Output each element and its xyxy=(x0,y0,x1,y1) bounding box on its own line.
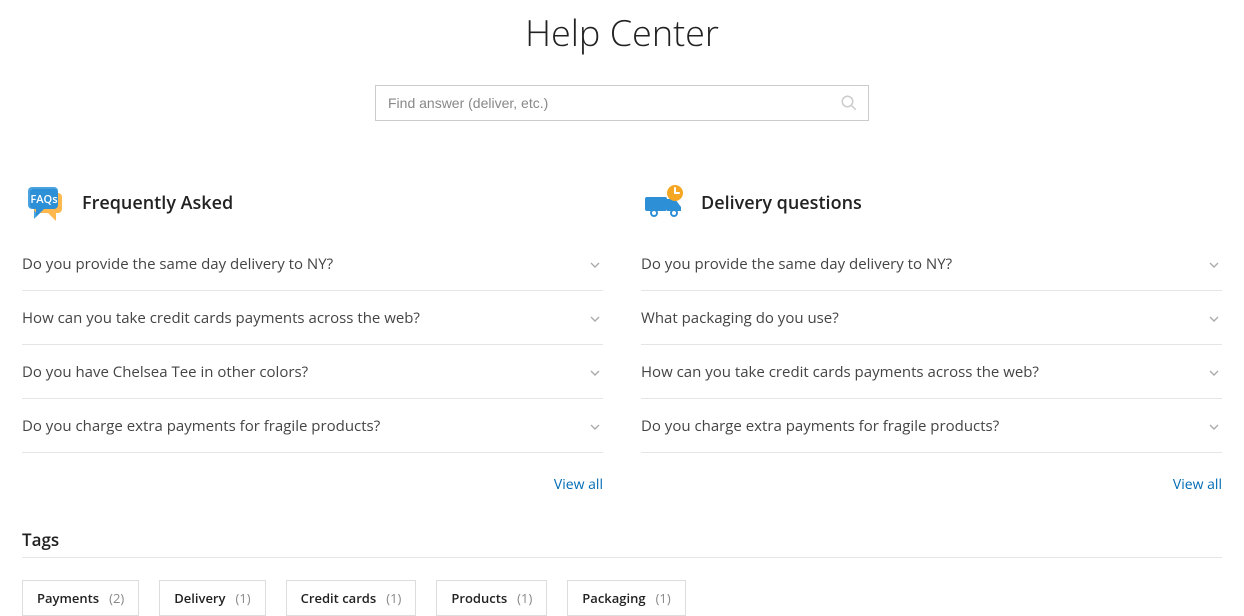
tag-count: (1) xyxy=(517,589,532,607)
faq-item-text: How can you take credit cards payments a… xyxy=(641,362,1039,382)
tag-count: (1) xyxy=(236,589,251,607)
tag-payments[interactable]: Payments (2) xyxy=(22,580,139,616)
chevron-down-icon xyxy=(1206,310,1222,326)
faq-item-text: Do you have Chelsea Tee in other colors? xyxy=(22,362,308,382)
faq-item[interactable]: Do you have Chelsea Tee in other colors? xyxy=(22,345,603,399)
col-faq-header: FAQs Frequently Asked xyxy=(22,179,603,227)
chevron-down-icon xyxy=(1206,364,1222,380)
delivery-truck-icon xyxy=(641,179,689,227)
search-input[interactable] xyxy=(376,86,868,120)
faq-item-text: Do you charge extra payments for fragile… xyxy=(641,416,999,436)
col-delivery-header: Delivery questions xyxy=(641,179,1222,227)
tags-title: Tags xyxy=(22,528,1222,558)
columns: FAQs Frequently Asked Do you provide the… xyxy=(0,179,1244,494)
faq-item[interactable]: Do you provide the same day delivery to … xyxy=(641,237,1222,291)
tag-name: Payments xyxy=(37,589,99,607)
col-delivery: Delivery questions Do you provide the sa… xyxy=(641,179,1222,494)
faqs-icon: FAQs xyxy=(22,179,70,227)
chevron-down-icon xyxy=(587,256,603,272)
tag-credit-cards[interactable]: Credit cards (1) xyxy=(286,580,417,616)
faq-item[interactable]: How can you take credit cards payments a… xyxy=(641,345,1222,399)
tag-name: Credit cards xyxy=(301,589,377,607)
tag-count: (1) xyxy=(386,589,401,607)
view-all-link[interactable]: View all xyxy=(641,475,1222,494)
chevron-down-icon xyxy=(1206,418,1222,434)
faq-item-text: Do you charge extra payments for fragile… xyxy=(22,416,380,436)
page-title: Help Center xyxy=(0,8,1244,57)
tag-count: (2) xyxy=(109,589,124,607)
col-faq-title: Frequently Asked xyxy=(82,191,233,215)
faq-item[interactable]: What packaging do you use? xyxy=(641,291,1222,345)
view-all-link[interactable]: View all xyxy=(22,475,603,494)
faq-item[interactable]: How can you take credit cards payments a… xyxy=(22,291,603,345)
faqs-badge-text: FAQs xyxy=(30,192,57,207)
faq-item[interactable]: Do you charge extra payments for fragile… xyxy=(22,399,603,453)
faq-item[interactable]: Do you charge extra payments for fragile… xyxy=(641,399,1222,453)
tag-count: (1) xyxy=(656,589,671,607)
search-box xyxy=(375,85,869,121)
chevron-down-icon xyxy=(1206,256,1222,272)
tag-products[interactable]: Products (1) xyxy=(436,580,547,616)
col-faq: FAQs Frequently Asked Do you provide the… xyxy=(22,179,603,494)
faq-item[interactable]: Do you provide the same day delivery to … xyxy=(22,237,603,291)
chevron-down-icon xyxy=(587,364,603,380)
chevron-down-icon xyxy=(587,418,603,434)
faq-item-text: What packaging do you use? xyxy=(641,308,839,328)
tag-delivery[interactable]: Delivery (1) xyxy=(159,580,265,616)
faq-item-text: Do you provide the same day delivery to … xyxy=(22,254,333,274)
faq-item-text: Do you provide the same day delivery to … xyxy=(641,254,952,274)
tag-name: Packaging xyxy=(582,589,645,607)
search-container xyxy=(0,85,1244,121)
chevron-down-icon xyxy=(587,310,603,326)
tag-name: Products xyxy=(451,589,507,607)
tag-packaging[interactable]: Packaging (1) xyxy=(567,580,685,616)
tags-section: Tags Payments (2) Delivery (1) Credit ca… xyxy=(0,528,1244,616)
search-icon[interactable] xyxy=(840,94,858,112)
tag-name: Delivery xyxy=(174,589,225,607)
faq-item-text: How can you take credit cards payments a… xyxy=(22,308,420,328)
tags-row: Payments (2) Delivery (1) Credit cards (… xyxy=(22,580,1222,616)
col-delivery-title: Delivery questions xyxy=(701,191,862,215)
